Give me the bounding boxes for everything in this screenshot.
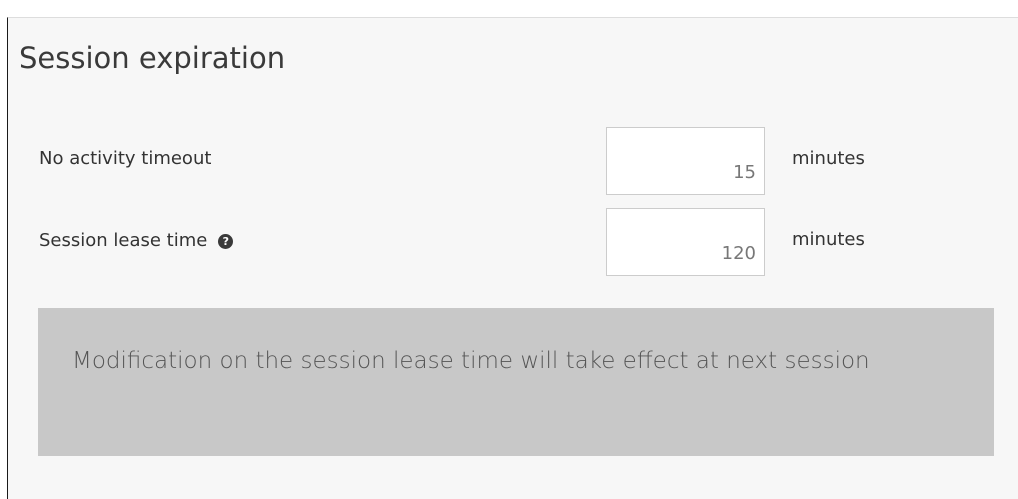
help-circle-icon[interactable]: ? xyxy=(218,233,234,249)
lease-time-notice-text: Modification on the session lease time w… xyxy=(72,348,870,374)
no-activity-timeout-input[interactable] xyxy=(606,127,765,195)
session-lease-time-input[interactable] xyxy=(606,208,765,276)
session-lease-time-label-text: Session lease time xyxy=(39,230,208,251)
session-expiration-panel: Session expiration No activity timeout m… xyxy=(7,17,1018,499)
session-lease-time-unit: minutes xyxy=(792,229,865,250)
session-lease-time-label: Session lease time ? xyxy=(39,228,234,254)
no-activity-timeout-label-text: No activity timeout xyxy=(39,148,212,169)
no-activity-timeout-label: No activity timeout xyxy=(39,146,211,172)
no-activity-timeout-unit: minutes xyxy=(792,148,865,169)
page: Session expiration No activity timeout m… xyxy=(0,0,1018,499)
section-title: Session expiration xyxy=(19,41,286,75)
lease-time-notice: Modification on the session lease time w… xyxy=(38,308,994,456)
